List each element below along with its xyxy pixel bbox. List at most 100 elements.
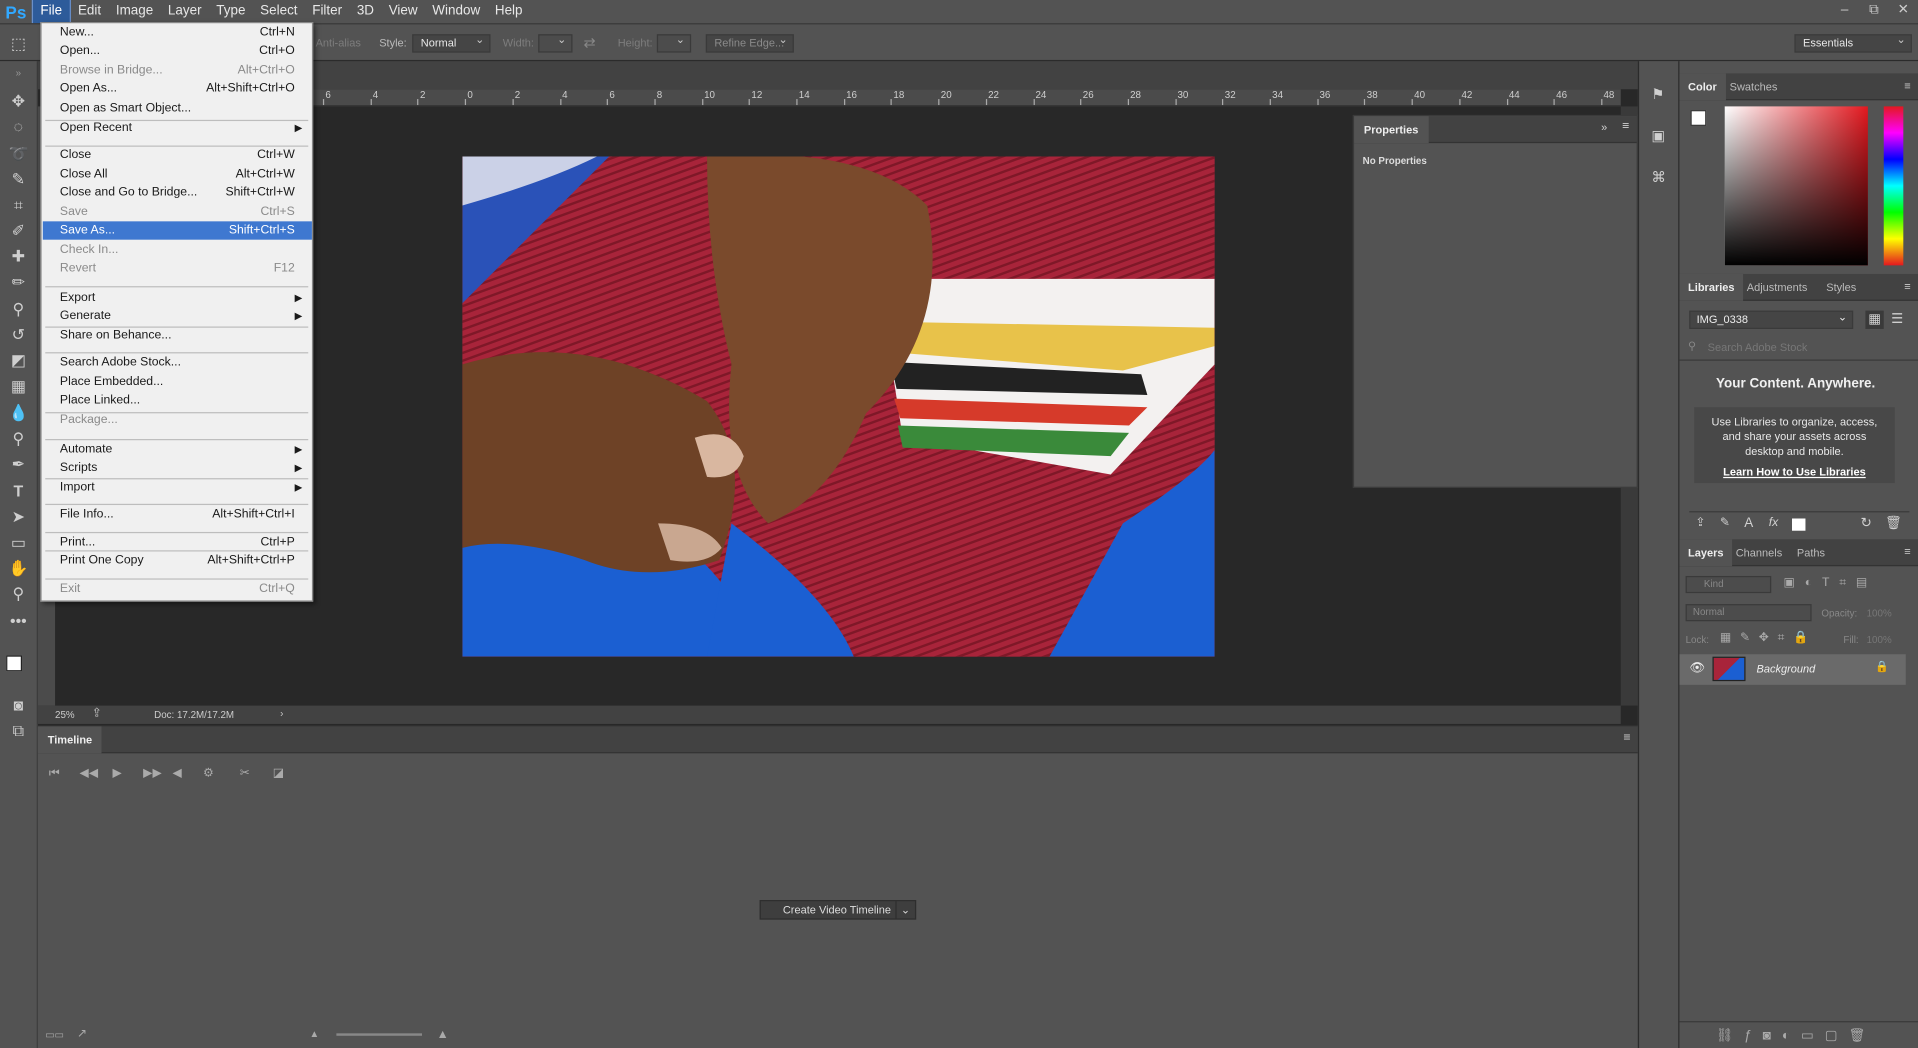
file-menu-item-scripts[interactable]: Scripts ▶ <box>43 459 312 477</box>
menu-edit[interactable]: Edit <box>71 0 109 23</box>
height-input[interactable] <box>656 32 692 53</box>
refine-edge-button[interactable]: Refine Edge... <box>705 32 794 53</box>
chevron-down-icon[interactable]: ⌄ <box>895 901 910 919</box>
add-graphic-icon[interactable]: ✎ <box>1720 516 1730 529</box>
delete-icon[interactable]: 🗑 <box>1885 515 1902 531</box>
menu-3d[interactable]: 3D <box>349 0 381 23</box>
sync-icon[interactable]: ↻ <box>1861 515 1872 531</box>
color-panel-menu-icon[interactable]: ≡ <box>1904 79 1910 91</box>
file-menu-item-print[interactable]: Print... Ctrl+P <box>43 533 312 551</box>
previous-frame-icon[interactable]: ◀◀ <box>80 767 99 780</box>
eraser-tool-icon[interactable]: ◩ <box>6 349 30 373</box>
file-menu-item-browse-in-bridge[interactable]: Browse in Bridge... Alt+Ctrl+O <box>43 61 312 79</box>
file-menu-item-file-info[interactable]: File Info... Alt+Shift+Ctrl+I <box>43 505 312 523</box>
file-menu-item-automate[interactable]: Automate ▶ <box>43 440 312 458</box>
menu-view[interactable]: View <box>381 0 425 23</box>
file-menu-item-new[interactable]: New... Ctrl+N <box>43 23 312 41</box>
swap-icon[interactable]: ⇄ <box>583 24 595 62</box>
layer-name[interactable]: Background <box>1757 663 1816 675</box>
add-color-icon[interactable] <box>1792 518 1806 531</box>
file-menu-item-generate[interactable]: Generate ▶ <box>43 307 312 325</box>
crop-tool-icon[interactable]: ⌗ <box>6 193 30 217</box>
tab-properties[interactable]: Properties <box>1354 116 1429 144</box>
minimize-button[interactable]: ‒ <box>1830 0 1859 23</box>
pen-tool-icon[interactable]: ✒ <box>6 452 30 476</box>
split-scissors-icon[interactable]: ✂ <box>240 767 250 780</box>
file-menu-item-close-all[interactable]: Close All Alt+Ctrl+W <box>43 165 312 183</box>
screen-mode-icon[interactable]: ⧉ <box>6 719 30 743</box>
path-selection-tool-icon[interactable]: ➤ <box>6 505 30 529</box>
hue-slider[interactable] <box>1883 106 1904 266</box>
anti-alias-checkbox-label[interactable]: Anti-alias <box>316 24 361 62</box>
close-window-button[interactable]: ✕ <box>1889 0 1918 23</box>
dodge-tool-icon[interactable]: ⚲ <box>6 427 30 451</box>
collapse-panel-icon[interactable]: » <box>1601 121 1607 133</box>
next-frame-icon[interactable]: ▶▶ <box>143 767 162 780</box>
add-text-icon[interactable]: A <box>1744 516 1753 531</box>
color-picker-field[interactable] <box>1724 106 1868 266</box>
menu-type[interactable]: Type <box>209 0 253 23</box>
file-menu-item-print-one-copy[interactable]: Print One Copy Alt+Shift+Ctrl+P <box>43 552 312 570</box>
create-video-timeline-button[interactable]: Create Video Timeline ⌄ <box>759 900 917 920</box>
timeline-zoom-slider[interactable] <box>336 1033 423 1036</box>
tab-libraries[interactable]: Libraries <box>1679 273 1744 301</box>
audio-icon[interactable]: ◀ <box>172 767 181 780</box>
quick-mask-icon[interactable]: ◙ <box>6 693 30 717</box>
style-select[interactable]: Normal <box>412 32 491 53</box>
more-tools-icon[interactable]: ••• <box>6 609 30 633</box>
clone-stamp-tool-icon[interactable]: ⚲ <box>6 297 30 321</box>
tab-adjustments[interactable]: Adjustments <box>1738 274 1816 301</box>
file-menu-item-close[interactable]: Close Ctrl+W <box>43 146 312 164</box>
library-select[interactable]: IMG_0338 ⌄ <box>1689 310 1854 329</box>
adobe-stock-search-input[interactable]: Search Adobe Stock <box>1708 341 1808 353</box>
type-tool-icon[interactable]: T <box>6 479 30 503</box>
tab-styles[interactable]: Styles <box>1818 274 1865 301</box>
transition-icon[interactable]: ◪ <box>273 767 285 780</box>
zoom-out-timeline-icon[interactable]: ▲ <box>309 1028 319 1039</box>
healing-brush-tool-icon[interactable]: ✚ <box>6 245 30 269</box>
rectangle-tool-icon[interactable]: ▭ <box>6 531 30 555</box>
file-menu-item-close-and-go-to-bridge[interactable]: Close and Go to Bridge... Shift+Ctrl+W <box>43 183 312 201</box>
file-menu-item-save-as[interactable]: Save As... Shift+Ctrl+S <box>42 221 312 240</box>
menu-image[interactable]: Image <box>109 0 161 23</box>
file-menu-item-place-linked[interactable]: Place Linked... <box>43 391 312 409</box>
tab-layers[interactable]: Layers <box>1679 539 1733 567</box>
file-menu-item-search-adobe-stock[interactable]: Search Adobe Stock... <box>43 353 312 371</box>
marquee-tool-icon[interactable]: ◌ <box>6 115 30 139</box>
tab-timeline[interactable]: Timeline <box>37 726 102 754</box>
file-menu-item-revert[interactable]: Revert F12 <box>43 259 312 277</box>
list-view-icon[interactable]: ☰ <box>1891 311 1903 327</box>
layer-filter-icons[interactable]: ▣◐T⌗▤ <box>1783 576 1877 589</box>
history-brush-tool-icon[interactable]: ↺ <box>6 323 30 347</box>
file-menu-item-place-embedded[interactable]: Place Embedded... <box>43 373 312 391</box>
zoom-tool-icon[interactable]: ⚲ <box>6 582 30 606</box>
opacity-value[interactable]: 100% <box>1867 608 1892 619</box>
workspace-select[interactable]: Essentials <box>1794 32 1912 53</box>
gradient-tool-icon[interactable]: ▦ <box>6 374 30 398</box>
lock-icons[interactable]: ▦✎✥⌗🔒 <box>1720 631 1817 644</box>
menu-select[interactable]: Select <box>253 0 305 23</box>
tab-paths[interactable]: Paths <box>1788 539 1833 566</box>
menu-help[interactable]: Help <box>488 0 530 23</box>
brush-tool-icon[interactable]: ✏ <box>6 270 30 294</box>
document-canvas-image[interactable] <box>462 156 1215 657</box>
zoom-level[interactable]: 25% <box>55 709 75 720</box>
collapse-toolbar-icon[interactable]: » <box>6 61 30 85</box>
menu-filter[interactable]: Filter <box>305 0 350 23</box>
first-frame-icon[interactable]: ⏮ <box>49 767 60 780</box>
layers-panel-menu-icon[interactable]: ≡ <box>1904 545 1910 557</box>
properties-panel-icon[interactable]: ▣ <box>1651 127 1665 144</box>
hand-tool-icon[interactable]: ✋ <box>6 556 30 580</box>
lasso-tool-icon[interactable]: ➰ <box>6 142 30 166</box>
layer-row-background[interactable]: 👁 Background 🔒 <box>1679 654 1906 685</box>
timeline-menu-icon[interactable]: ≡ <box>1623 731 1630 744</box>
play-icon[interactable]: ▶ <box>113 767 122 780</box>
move-tool-icon[interactable]: ✥ <box>6 89 30 113</box>
menu-layer[interactable]: Layer <box>161 0 209 23</box>
file-menu-item-check-in[interactable]: Check In... <box>43 241 312 259</box>
layer-footer-icons[interactable]: ⛓ƒ◙◐▭▢🗑 <box>1716 1027 1876 1043</box>
tab-swatches[interactable]: Swatches <box>1721 73 1786 100</box>
learn-libraries-link[interactable]: Learn How to Use Libraries <box>1704 466 1885 478</box>
convert-icon[interactable]: ↗ <box>77 1027 87 1040</box>
fill-value[interactable]: 100% <box>1867 635 1892 646</box>
